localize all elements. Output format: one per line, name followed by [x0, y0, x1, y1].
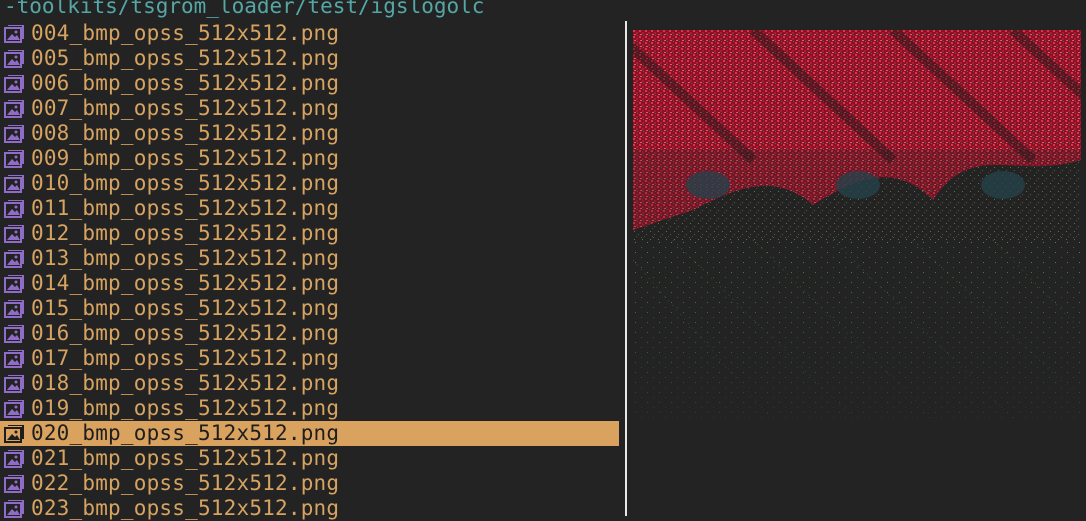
image-file-icon — [3, 99, 25, 119]
file-row[interactable]: 016_bmp_opss_512x512.png — [0, 321, 619, 346]
image-file-icon — [3, 374, 25, 394]
file-row[interactable]: 017_bmp_opss_512x512.png — [0, 346, 619, 371]
image-file-icon — [3, 249, 25, 269]
file-row[interactable]: 021_bmp_opss_512x512.png — [0, 446, 619, 471]
file-name: 010_bmp_opss_512x512.png — [31, 171, 340, 195]
image-file-icon — [3, 299, 25, 319]
file-name: 014_bmp_opss_512x512.png — [31, 271, 340, 295]
image-file-icon — [3, 49, 25, 69]
image-file-icon — [3, 74, 25, 94]
file-row[interactable]: 015_bmp_opss_512x512.png — [0, 296, 619, 321]
file-row[interactable]: 006_bmp_opss_512x512.png — [0, 71, 619, 96]
file-name: 011_bmp_opss_512x512.png — [31, 196, 340, 220]
image-file-icon — [3, 324, 25, 344]
file-name: 022_bmp_opss_512x512.png — [31, 471, 340, 495]
file-row[interactable]: 014_bmp_opss_512x512.png — [0, 271, 619, 296]
image-file-icon — [3, 174, 25, 194]
file-name: 019_bmp_opss_512x512.png — [31, 396, 340, 420]
file-row-selected[interactable]: 020_bmp_opss_512x512.png — [0, 421, 619, 446]
image-preview — [633, 30, 1081, 418]
file-row[interactable]: 004_bmp_opss_512x512.png — [0, 21, 619, 46]
file-name: 012_bmp_opss_512x512.png — [31, 221, 340, 245]
file-row[interactable]: 022_bmp_opss_512x512.png — [0, 471, 619, 496]
image-file-icon — [3, 424, 25, 444]
file-row[interactable]: 009_bmp_opss_512x512.png — [0, 146, 619, 171]
file-name: 021_bmp_opss_512x512.png — [31, 446, 340, 470]
file-name: 009_bmp_opss_512x512.png — [31, 146, 340, 170]
image-file-icon — [3, 349, 25, 369]
file-name: 005_bmp_opss_512x512.png — [31, 46, 340, 70]
file-row[interactable]: 018_bmp_opss_512x512.png — [0, 371, 619, 396]
file-row[interactable]: 019_bmp_opss_512x512.png — [0, 396, 619, 421]
file-row[interactable]: 005_bmp_opss_512x512.png — [0, 46, 619, 71]
image-file-icon — [3, 199, 25, 219]
file-list[interactable]: 004_bmp_opss_512x512.png 005_bmp_opss_512… — [0, 21, 620, 521]
file-row[interactable]: 013_bmp_opss_512x512.png — [0, 246, 619, 271]
pane-divider — [625, 21, 627, 516]
image-file-icon — [3, 149, 25, 169]
file-row[interactable]: 011_bmp_opss_512x512.png — [0, 196, 619, 221]
image-file-icon — [3, 24, 25, 44]
file-name: 007_bmp_opss_512x512.png — [31, 96, 340, 120]
file-name: 016_bmp_opss_512x512.png — [31, 321, 340, 345]
file-name: 017_bmp_opss_512x512.png — [31, 346, 340, 370]
file-row[interactable]: 010_bmp_opss_512x512.png — [0, 171, 619, 196]
image-file-icon — [3, 224, 25, 244]
image-file-icon — [3, 124, 25, 144]
file-name: 006_bmp_opss_512x512.png — [31, 71, 340, 95]
file-row[interactable]: 023_bmp_opss_512x512.png — [0, 496, 619, 521]
current-directory-path: -toolkits/tsgrom_loader/test/igslogolc — [4, 0, 485, 18]
file-name: 015_bmp_opss_512x512.png — [31, 296, 340, 320]
file-name: 018_bmp_opss_512x512.png — [31, 371, 340, 395]
file-name: 020_bmp_opss_512x512.png — [31, 421, 340, 445]
file-name: 004_bmp_opss_512x512.png — [31, 21, 340, 45]
file-name: 013_bmp_opss_512x512.png — [31, 246, 340, 270]
image-file-icon — [3, 449, 25, 469]
image-file-icon — [3, 274, 25, 294]
file-row[interactable]: 007_bmp_opss_512x512.png — [0, 96, 619, 121]
file-name: 023_bmp_opss_512x512.png — [31, 496, 340, 520]
file-name: 008_bmp_opss_512x512.png — [31, 121, 340, 145]
image-file-icon — [3, 474, 25, 494]
file-row[interactable]: 012_bmp_opss_512x512.png — [0, 221, 619, 246]
file-row[interactable]: 008_bmp_opss_512x512.png — [0, 121, 619, 146]
image-file-icon — [3, 399, 25, 419]
